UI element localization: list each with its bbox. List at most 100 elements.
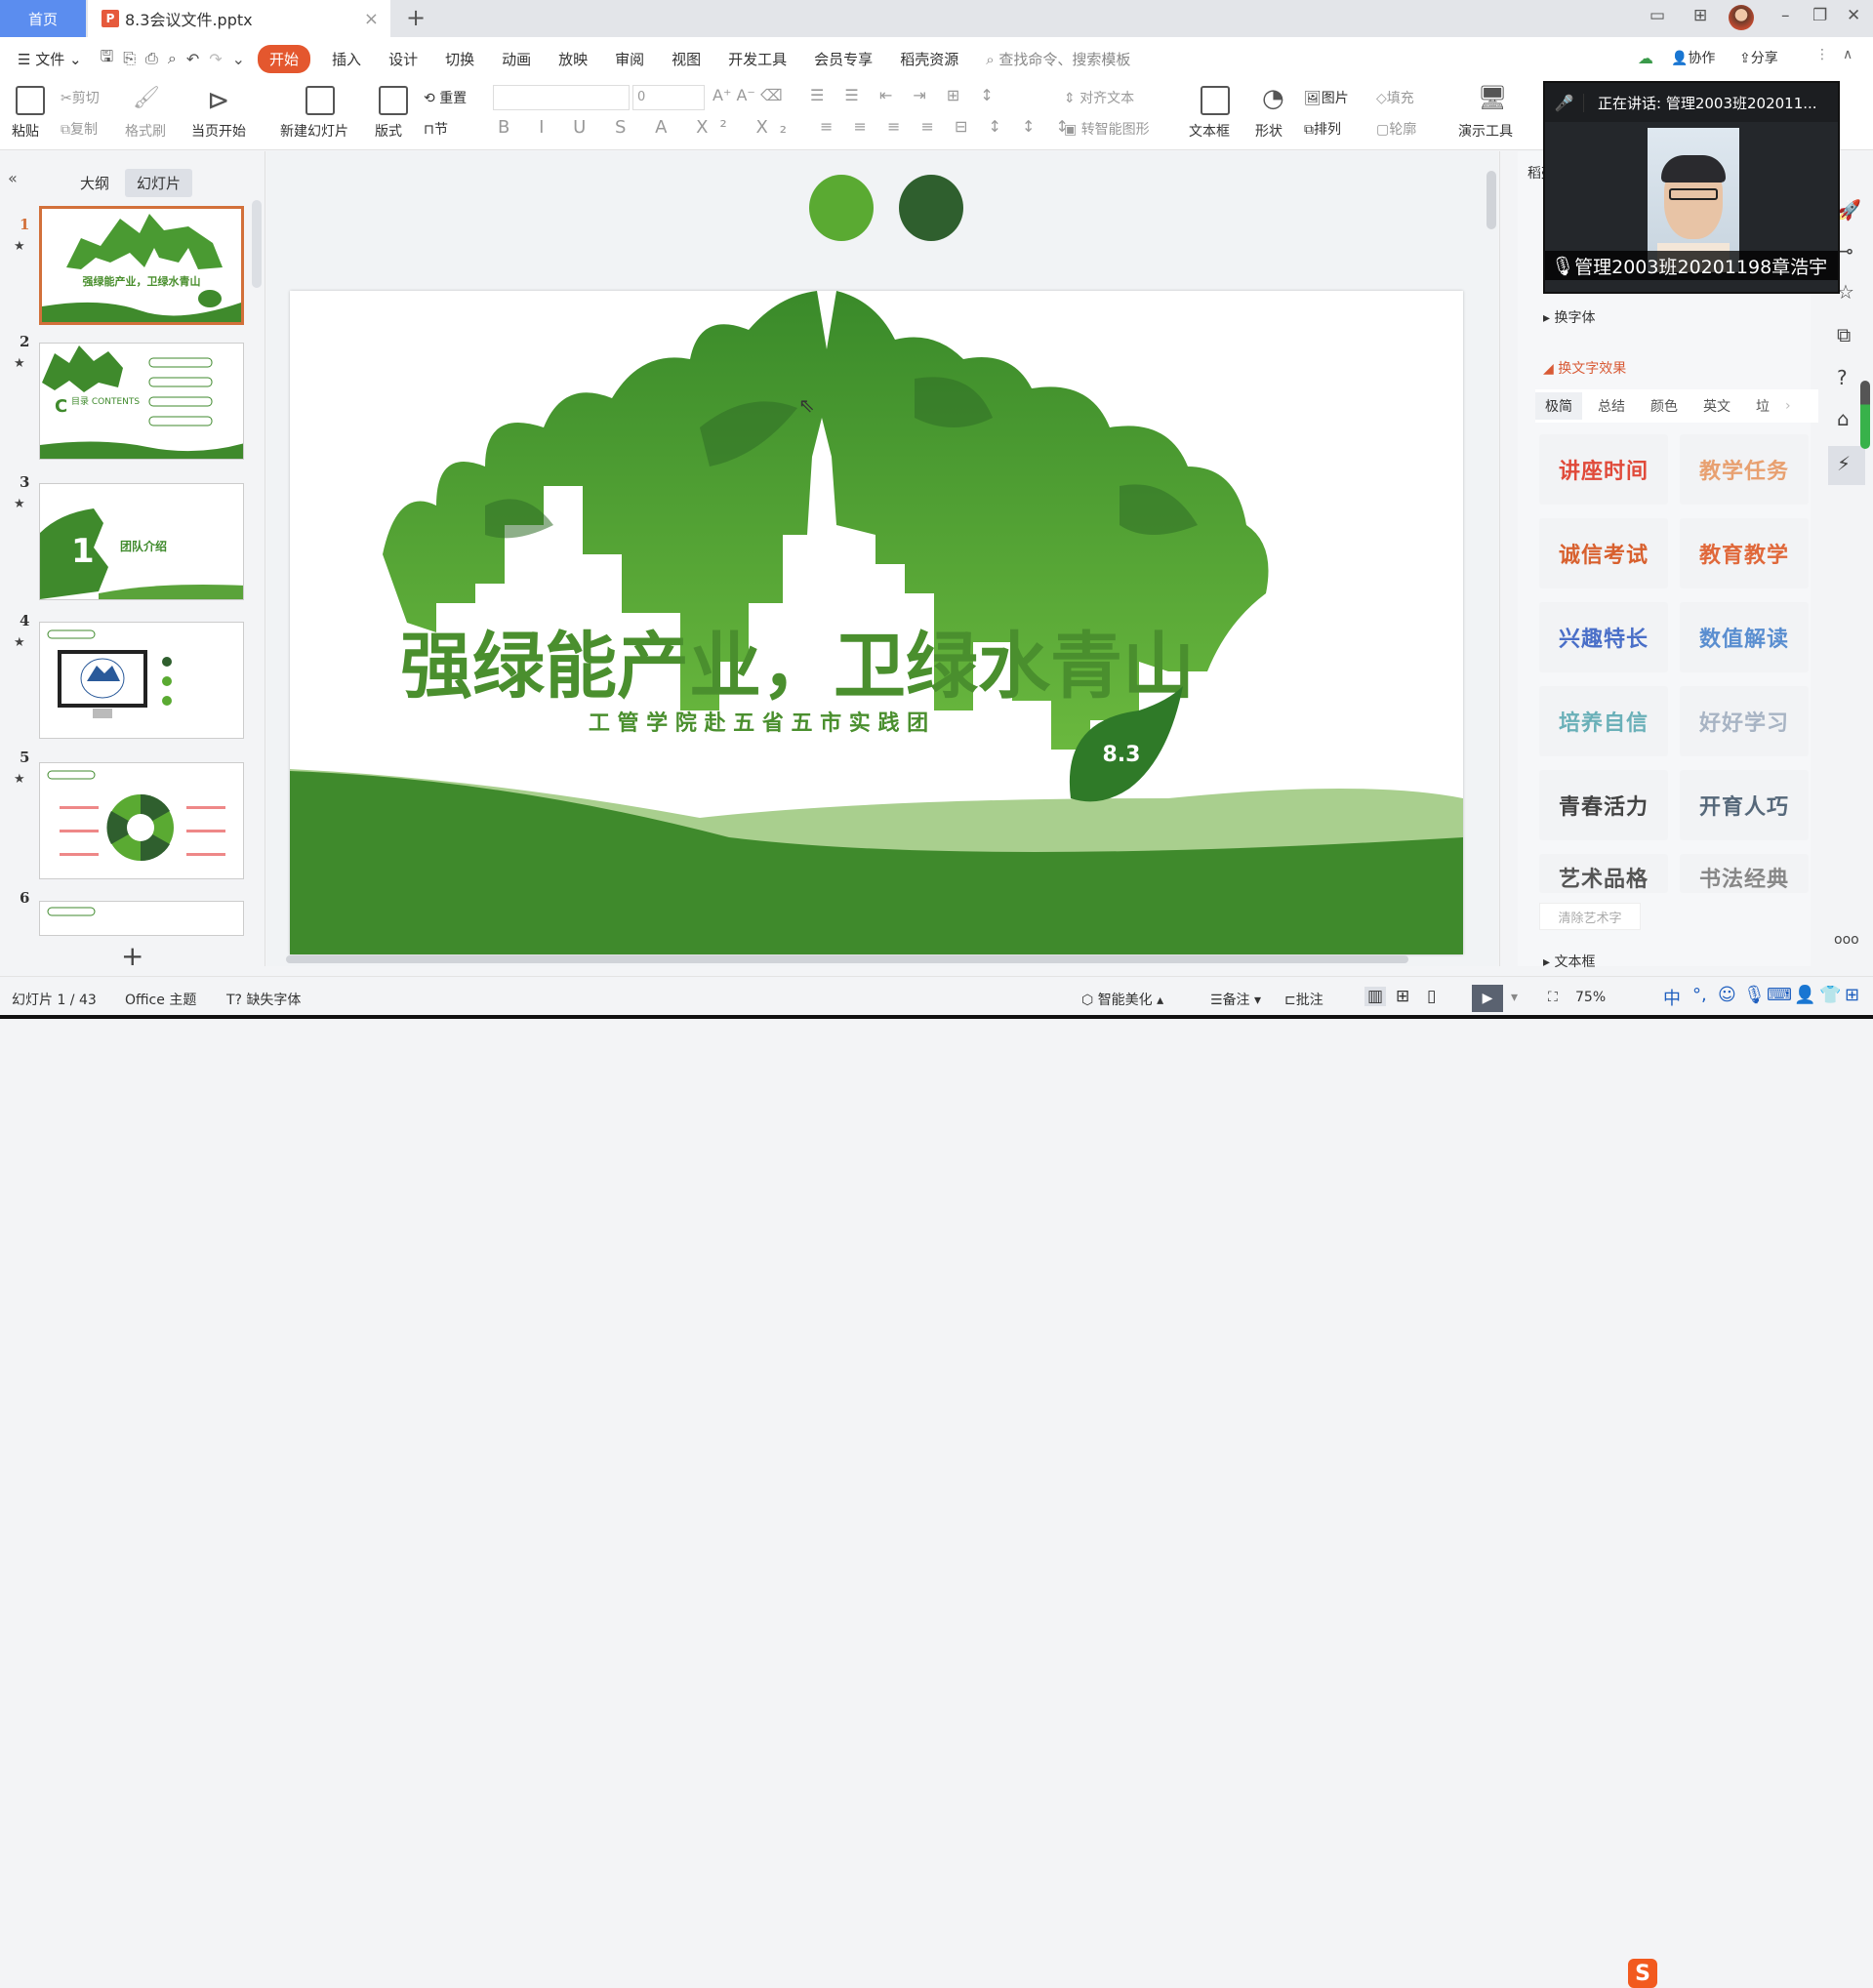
effect-tab[interactable]: 英文 (1693, 392, 1740, 420)
new-slide-button[interactable]: 新建幻灯片 (280, 121, 348, 141)
file-menu[interactable]: ☰ 文件 ⌄ (18, 49, 82, 69)
tab-docer[interactable]: 稻壳资源 (900, 49, 958, 69)
customize-quick-access-icon[interactable]: ⌄ (232, 50, 245, 68)
play-from-current-button[interactable]: 当页开始 (191, 121, 246, 141)
smart-graphic-button[interactable]: ▣ 转智能图形 (1064, 119, 1150, 139)
fill-button[interactable]: ◇填充 (1376, 88, 1414, 107)
collaborate-button[interactable]: 👤协作 (1671, 48, 1715, 67)
command-search[interactable]: ⌕ 查找命令、搜索模板 (986, 49, 1130, 69)
font-size-controls[interactable]: A⁺ A⁻ ⌫ (713, 86, 783, 104)
tab-view[interactable]: 视图 (672, 49, 701, 69)
text-effect-option[interactable]: 教学任务 (1680, 434, 1809, 505)
text-effect-option[interactable]: 艺术品格 (1539, 854, 1668, 893)
slide-thumbnail-4[interactable] (39, 622, 244, 739)
text-effect-option[interactable]: 诚信考试 (1539, 518, 1668, 588)
user-avatar[interactable] (1729, 5, 1754, 30)
text-effect-option[interactable]: 讲座时间 (1539, 434, 1668, 505)
reading-view-icon[interactable]: ▯ (1427, 987, 1436, 1006)
tab-animation[interactable]: 动画 (502, 49, 531, 69)
effect-tab[interactable]: 垃 (1746, 392, 1779, 420)
text-effect-option[interactable]: 培养自信 (1539, 686, 1668, 756)
arrange-button[interactable]: ⧉排列 (1304, 119, 1341, 139)
sorter-view-icon[interactable]: ⊞ (1396, 987, 1409, 1006)
undo-icon[interactable]: ↶ (186, 50, 199, 68)
outline-button[interactable]: ▢轮廓 (1376, 119, 1416, 139)
theme-name[interactable]: Office 主题 (125, 990, 196, 1009)
lightning-icon[interactable]: ⚡ (1837, 452, 1851, 475)
slide-title[interactable]: 强绿能产业，卫绿水青山 (400, 625, 1195, 709)
store-icon[interactable]: ⌂ (1837, 407, 1850, 430)
tab-slides[interactable]: 幻灯片 (125, 169, 193, 197)
collapse-panel-icon[interactable]: « (8, 169, 18, 187)
tab-transition[interactable]: 切换 (445, 49, 474, 69)
layout-button[interactable]: 版式 (375, 121, 402, 141)
section-button[interactable]: ⊓节 (424, 119, 448, 139)
redo-icon[interactable]: ↷ (209, 50, 222, 68)
section-change-font[interactable]: ▸ 换字体 (1543, 307, 1595, 327)
vertical-scrollbar[interactable] (1485, 151, 1498, 961)
play-slideshow-button[interactable]: ▶ (1472, 985, 1503, 1012)
effect-tab[interactable]: 颜色 (1641, 392, 1688, 420)
picture-button[interactable]: 🖼图片 (1304, 88, 1349, 107)
section-text-effect[interactable]: ◢ 换文字效果 (1543, 358, 1626, 378)
paste-icon[interactable] (16, 86, 45, 115)
text-effect-option[interactable]: 好好学习 (1680, 686, 1809, 756)
tab-document[interactable]: P 8.3会议文件.pptx × (88, 0, 390, 37)
slide-thumbnail-5[interactable] (39, 762, 244, 879)
normal-view-icon[interactable]: ▥ (1364, 987, 1387, 1006)
toolbox-icon[interactable]: ⊞ (1845, 985, 1859, 1005)
tab-insert[interactable]: 插入 (332, 49, 361, 69)
presentation-tools-button[interactable]: 演示工具 (1458, 121, 1513, 141)
play-options-chevron[interactable]: ▾ (1511, 990, 1518, 1005)
slide-thumbnail-1[interactable]: 强绿能产业，卫绿水青山 (39, 206, 244, 325)
effect-tab[interactable]: 极简 (1535, 392, 1582, 420)
section-text-box[interactable]: ▸ 文本框 (1543, 952, 1595, 971)
current-slide[interactable]: 强绿能产业，卫绿水青山 工 管 学 院 赴 五 省 五 市 实 践 团 8.3 (290, 291, 1463, 954)
mic-muted-icon[interactable]: 🎤 (1545, 93, 1584, 112)
slide-thumbnail-6[interactable] (39, 901, 244, 936)
tab-design[interactable]: 设计 (388, 49, 418, 69)
text-effect-option[interactable]: 青春活力 (1539, 770, 1668, 840)
tab-start[interactable]: 开始 (258, 44, 311, 73)
slide-thumbnail-2[interactable]: C 目录 CONTENTS (39, 343, 244, 460)
zoom-level[interactable]: 75% (1575, 990, 1606, 1005)
notes-button[interactable]: ☰备注 ▾ (1210, 990, 1261, 1009)
tab-home[interactable]: 首页 (0, 0, 86, 37)
fit-window-icon[interactable]: ⛶ (1548, 990, 1558, 1005)
print-icon[interactable]: ⎙ (145, 49, 158, 68)
text-box-button[interactable]: 文本框 (1189, 121, 1230, 141)
text-effect-option[interactable]: 书法经典 (1680, 854, 1809, 893)
close-window-button[interactable]: ✕ (1847, 6, 1860, 25)
minimize-button[interactable]: – (1781, 6, 1790, 25)
tab-developer[interactable]: 开发工具 (728, 49, 787, 69)
more-options-icon[interactable]: ⋮ (1815, 47, 1829, 62)
sogou-ime-icon[interactable]: S (1628, 1959, 1657, 1988)
font-name-select[interactable] (493, 85, 630, 110)
smart-beautify-button[interactable]: ⬡ 智能美化 ▴ (1081, 990, 1163, 1009)
tab-outline[interactable]: 大纲 (68, 169, 121, 197)
rocket-icon[interactable]: 🚀 (1837, 198, 1861, 222)
comment-button[interactable]: ⊏批注 (1284, 990, 1323, 1009)
align-text-button[interactable]: ⇕ 对齐文本 (1064, 88, 1134, 107)
paste-button[interactable]: 粘贴 (12, 121, 39, 141)
paragraph-align-buttons[interactable]: ≡ ≡ ≡ ≡ ⊟ ↕ ↕ ↕ (820, 117, 1077, 136)
cloud-sync-icon[interactable]: ☁ (1638, 49, 1653, 67)
cut-button[interactable]: ✂剪切 (61, 88, 100, 107)
format-painter-button[interactable]: 格式刷 (125, 121, 166, 141)
tab-slideshow[interactable]: 放映 (558, 49, 588, 69)
skin-icon[interactable]: 👕 (1819, 985, 1841, 1005)
new-tab-button[interactable]: + (406, 4, 426, 31)
clear-art-text-button[interactable]: 清除艺术字 (1539, 903, 1641, 930)
grid-apps-icon[interactable]: ⊞ (1693, 6, 1707, 25)
list-indent-buttons[interactable]: ☰ ☰ ⇤ ⇥ ⊞ ↕ (810, 86, 1001, 104)
save-icon[interactable]: 🖫 (101, 46, 114, 72)
horizontal-scroll-thumb[interactable] (286, 955, 1408, 963)
font-size-select[interactable]: 0 (632, 85, 705, 110)
video-call-window[interactable]: 🎤 正在讲话: 管理2003班202011... 🎙 管理2003班2020119… (1543, 81, 1840, 294)
effect-tab[interactable]: 总结 (1588, 392, 1635, 420)
chevron-right-icon[interactable]: › (1785, 398, 1791, 414)
emoji-icon[interactable]: ☺ (1718, 985, 1736, 1005)
reset-button[interactable]: ⟲ 重置 (424, 88, 467, 107)
shape-button[interactable]: 形状 (1255, 121, 1283, 141)
layout-icon[interactable]: ▭ (1649, 6, 1665, 25)
